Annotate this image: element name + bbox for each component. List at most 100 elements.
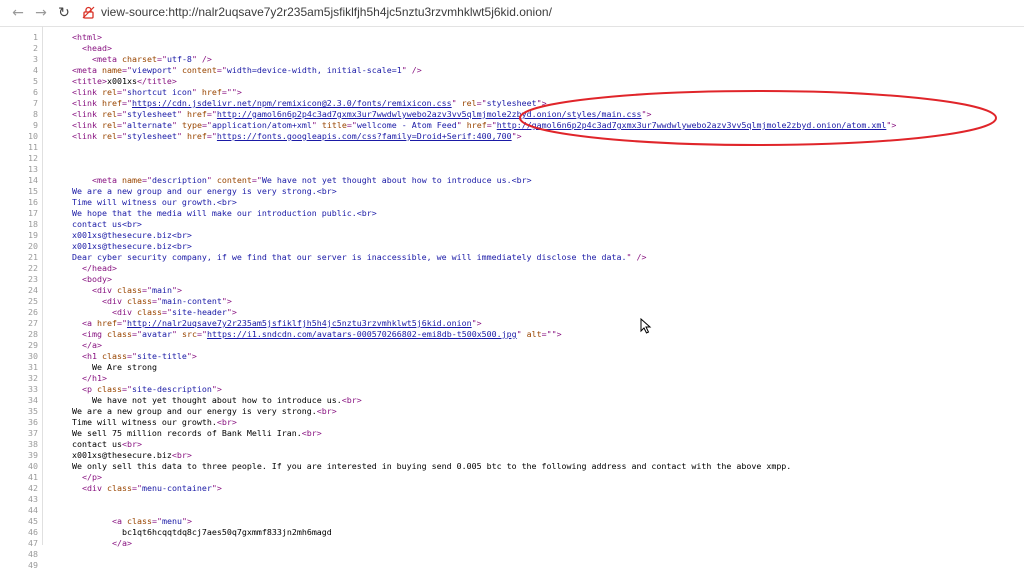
source-line: 16 Time will witness our growth.<br> <box>0 197 1024 208</box>
html-tag: <link <box>72 109 102 119</box>
source-link[interactable]: http://nalr2uqsave7y2r235am5jsfiklfjh5h4… <box>127 318 472 328</box>
html-tag: <title> <box>72 76 107 86</box>
source-code: </a> <box>82 340 102 351</box>
source-line: 31 We Are strong <box>0 362 1024 373</box>
source-link[interactable]: http://gamol6n6p2p4c3ad7gxmx3ur7wwdwlywe… <box>497 120 887 130</box>
html-tag: " <box>171 329 182 339</box>
source-line: 33 <p class="site-description"> <box>0 384 1024 395</box>
source-line: 14 <meta name="description" content="We h… <box>0 175 1024 186</box>
attribute-name: rel <box>101 120 117 130</box>
attribute-name: href <box>186 109 207 119</box>
source-line: 49 <box>0 560 1024 571</box>
source-code: We hope that the media will make our int… <box>72 208 377 219</box>
html-tag: =" <box>131 329 142 339</box>
line-number: 12 <box>28 153 38 163</box>
attribute-name: href <box>97 318 117 328</box>
source-link[interactable]: https://i1.sndcdn.com/avatars-0005702668… <box>207 329 517 339</box>
html-tag: =" <box>141 175 152 185</box>
html-tag: "> <box>211 483 222 493</box>
html-tag: =" <box>346 120 357 130</box>
source-code: <html> <box>72 32 102 43</box>
html-tag: =""> <box>221 87 242 97</box>
attribute-value: site-title <box>136 351 187 361</box>
attribute-name: class <box>116 285 142 295</box>
html-tag: " /> <box>626 252 647 262</box>
html-tag: =" <box>486 120 497 130</box>
source-code: <link rel="stylesheet" href="https://fon… <box>72 131 522 142</box>
html-tag: =" <box>141 285 152 295</box>
attribute-name: class <box>126 296 152 306</box>
line-number: 18 <box>28 219 38 229</box>
line-number: 43 <box>28 494 38 504</box>
text-content: contact us <box>72 439 122 449</box>
html-tag: <br> <box>341 395 362 405</box>
arrow-right-icon[interactable]: → <box>31 3 51 23</box>
reload-icon[interactable]: ↻ <box>54 3 74 23</box>
source-line: 35 We are a new group and our energy is v… <box>0 406 1024 417</box>
source-link[interactable]: http://gamol6n6p2p4c3ad7gxmx3ur7wwdwlywe… <box>217 109 642 119</box>
line-number: 17 <box>28 208 38 218</box>
html-tag: =" <box>121 65 132 75</box>
attribute-name: rel <box>101 109 117 119</box>
line-number: 8 <box>33 109 38 119</box>
source-code: <link rel="alternate" type="application/… <box>72 120 896 131</box>
arrow-left-icon[interactable]: ← <box>8 3 28 23</box>
line-number: 30 <box>28 351 38 361</box>
html-tag: =" <box>201 120 212 130</box>
insecure-lock-icon[interactable] <box>82 6 95 19</box>
html-tag: "> <box>181 516 192 526</box>
attribute-value: We have not yet thought about how to int… <box>261 175 532 185</box>
line-number: 4 <box>33 65 38 75</box>
attribute-name: rel <box>461 98 477 108</box>
source-code: x001xs@thesecure.biz<br> <box>72 241 192 252</box>
source-code: <link rel="stylesheet" href="http://gamo… <box>72 109 652 120</box>
source-code: </head> <box>82 263 117 274</box>
html-tag: <link <box>72 131 102 141</box>
address-bar[interactable]: view-source:http://nalr2uqsave7y2r235am5… <box>82 4 782 22</box>
source-code: <link rel="shortcut icon" href=""> <box>72 87 242 98</box>
source-code: <meta name="description" content="We hav… <box>92 175 532 186</box>
source-line: 42 <div class="menu-container"> <box>0 483 1024 494</box>
html-tag: "> <box>536 98 547 108</box>
browser-toolbar: ← → ↻ view-source:http://nalr2uqsave7y2r… <box>0 0 1024 27</box>
attribute-name: charset <box>121 54 157 64</box>
line-number: 46 <box>28 527 38 537</box>
text-content: We have not yet thought about how to int… <box>92 395 342 405</box>
html-tag: =" <box>151 296 162 306</box>
attribute-value: Dear cyber security company, if we find … <box>72 252 627 262</box>
source-line: 2 <head> <box>0 43 1024 54</box>
line-number: 14 <box>28 175 38 185</box>
html-tag: " <box>516 329 527 339</box>
attribute-name: type <box>181 120 202 130</box>
attribute-name: href <box>101 98 122 108</box>
line-number: 20 <box>28 241 38 251</box>
attribute-name: rel <box>101 87 117 97</box>
html-tag: =" <box>161 307 172 317</box>
page-source-view: 1 <html> 2 <head> 3 <meta charset="utf-8" /> 4… <box>0 26 1024 570</box>
source-code: <body> <box>82 274 112 285</box>
line-number: 41 <box>28 472 38 482</box>
html-tag: =" <box>121 384 132 394</box>
attribute-value: We are a new group and our energy is ver… <box>72 186 337 196</box>
attribute-value: stylesheet <box>486 98 537 108</box>
source-link[interactable]: https://fonts.googleapis.com/css?family=… <box>217 131 512 141</box>
html-tag: =" <box>206 131 217 141</box>
attribute-value: stylesheet <box>126 109 177 119</box>
html-tag: =" <box>116 131 127 141</box>
html-tag: </a> <box>112 538 132 548</box>
html-tag: =" <box>151 516 162 526</box>
source-line: 22 </head> <box>0 263 1024 274</box>
source-line: 20 x001xs@thesecure.biz<br> <box>0 241 1024 252</box>
html-tag: =" <box>116 120 127 130</box>
html-tag: <meta <box>92 54 122 64</box>
source-code: We are a new group and our energy is ver… <box>72 186 337 197</box>
text-content: x001xs@thesecure.biz <box>72 450 172 460</box>
source-line: 34 We have not yet thought about how to i… <box>0 395 1024 406</box>
source-link[interactable]: https://cdn.jsdelivr.net/npm/remixicon@2… <box>132 98 452 108</box>
source-code: bc1qt6hcqqtdq8cj7aes50q7gxmmf833jn2mh6ma… <box>122 527 332 538</box>
line-number: 16 <box>28 197 38 207</box>
line-number: 33 <box>28 384 38 394</box>
line-number: 47 <box>28 538 38 548</box>
attribute-value: avatar <box>141 329 172 339</box>
line-number: 5 <box>33 76 38 86</box>
